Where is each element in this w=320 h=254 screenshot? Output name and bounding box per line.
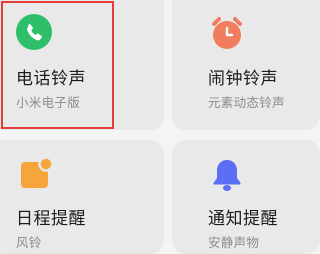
card-title: 通知提醒 bbox=[208, 209, 278, 229]
card-title: 电话铃声 bbox=[16, 69, 86, 89]
ringtone-card-phone[interactable]: 电话铃声 小米电子版 bbox=[0, 0, 164, 130]
card-subtitle: 风铃 bbox=[16, 235, 42, 250]
bell-icon bbox=[210, 156, 244, 198]
ringtone-card-calendar[interactable]: 日程提醒 风铃 bbox=[0, 140, 164, 254]
ringtone-card-alarm[interactable]: 闹钟铃声 元素动态铃声 bbox=[172, 0, 320, 130]
card-title: 闹钟铃声 bbox=[208, 69, 278, 89]
card-subtitle: 安静声物 bbox=[208, 235, 260, 250]
calendar-icon bbox=[18, 156, 54, 196]
card-subtitle: 小米电子版 bbox=[16, 95, 81, 110]
card-title: 日程提醒 bbox=[16, 209, 86, 229]
alarm-clock-icon bbox=[208, 14, 246, 56]
card-subtitle: 元素动态铃声 bbox=[208, 95, 285, 110]
ringtone-card-notification[interactable]: 通知提醒 安静声物 bbox=[172, 140, 320, 254]
phone-icon bbox=[16, 14, 52, 54]
